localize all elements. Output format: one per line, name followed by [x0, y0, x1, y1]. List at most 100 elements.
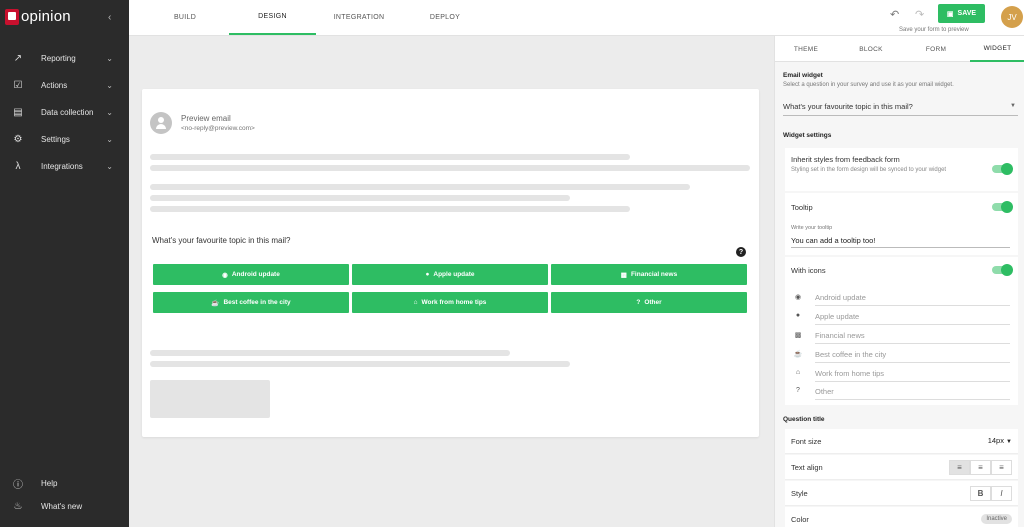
sidebar-item-reporting[interactable]: ↗ Reporting ⌄: [0, 48, 129, 68]
placeholder-line: [150, 361, 570, 367]
icon-option-label: Financial news: [815, 331, 1010, 344]
option-button-other[interactable]: ? Other: [551, 292, 747, 313]
text-align-label: Text align: [791, 463, 823, 472]
sidebar-item-data-collection[interactable]: ▤ Data collection ⌄: [0, 102, 129, 122]
save-disk-icon: ▣: [946, 10, 954, 18]
mopinion-logo[interactable]: opinion: [5, 8, 71, 25]
placeholder-button: [150, 380, 270, 418]
sidebar: opinion ‹ ↗ Reporting ⌄ ☑ Actions ⌄ ▤ Da…: [0, 0, 129, 527]
trending-up-icon: ↗: [13, 52, 23, 64]
placeholder-line: [150, 165, 750, 171]
email-widget-title: Email widget: [783, 72, 823, 79]
caret-down-icon: ▼: [1010, 103, 1016, 109]
icon-option-row[interactable]: ● Apple update: [791, 309, 1010, 325]
tooltip-help-icon[interactable]: ?: [736, 247, 746, 257]
bold-button[interactable]: B: [970, 486, 991, 501]
icon-option-label: Other: [815, 387, 1010, 400]
sidebar-item-label: Reporting: [41, 53, 76, 63]
icon-option-label: Apple update: [815, 312, 1010, 325]
sidebar-item-settings[interactable]: ⚙ Settings ⌄: [0, 129, 129, 149]
question-icon: ?: [796, 387, 800, 394]
placeholder-line: [150, 184, 690, 190]
icon-option-row[interactable]: ? Other: [791, 384, 1010, 400]
align-left-icon[interactable]: ≡: [949, 460, 970, 475]
chevron-down-icon: ⌄: [106, 53, 113, 63]
color-row: Color Inactive: [785, 507, 1018, 527]
tab-design[interactable]: DESIGN: [229, 0, 316, 35]
logo-mark-icon: [5, 8, 19, 25]
option-button-coffee[interactable]: ☕ Best coffee in the city: [153, 292, 349, 313]
coffee-icon: ☕: [793, 351, 803, 358]
question-select[interactable]: What's your favourite topic in this mail…: [783, 97, 1018, 116]
clipboard-icon: ▤: [13, 106, 23, 118]
sidebar-item-whats-new[interactable]: ♨ What's new: [0, 496, 129, 516]
save-hint: Save your form to preview: [899, 27, 969, 33]
option-button-android[interactable]: ◉ Android update: [153, 264, 349, 285]
undo-icon[interactable]: ↶: [890, 8, 899, 21]
bar-chart-icon: ▩: [794, 332, 802, 339]
align-center-icon[interactable]: ≡: [970, 460, 991, 475]
sidebar-item-help[interactable]: ⓘ Help: [0, 473, 129, 493]
user-avatar[interactable]: JV: [1001, 6, 1023, 28]
collapse-sidebar-icon[interactable]: ‹: [108, 12, 111, 23]
icon-option-label: Work from home tips: [815, 369, 1010, 382]
inherit-styles-desc: Styling set in the form design will be s…: [791, 167, 947, 173]
option-button-financial[interactable]: ▩ Financial news: [551, 264, 747, 285]
sidebar-item-actions[interactable]: ☑ Actions ⌄: [0, 75, 129, 95]
with-icons-toggle[interactable]: [992, 264, 1013, 276]
apple-icon: ●: [425, 271, 430, 278]
tab-widget[interactable]: WIDGET: [970, 36, 1024, 62]
logo-text: opinion: [21, 8, 71, 25]
panel-tabs: THEME BLOCK FORM WIDGET: [775, 36, 1024, 62]
sidebar-item-label: Help: [41, 478, 58, 488]
tab-deploy[interactable]: DEPLOY: [414, 0, 476, 35]
color-status-badge[interactable]: Inactive: [981, 514, 1012, 524]
redo-icon[interactable]: ↷: [915, 8, 924, 21]
save-label: SAVE: [957, 10, 977, 17]
option-button-apple[interactable]: ● Apple update: [352, 264, 548, 285]
placeholder-line: [150, 206, 630, 212]
sidebar-item-label: Integrations: [41, 161, 83, 171]
save-button[interactable]: ▣ SAVE: [938, 4, 985, 23]
option-label: Other: [644, 299, 662, 306]
icon-option-row[interactable]: ⌂ Work from home tips: [791, 366, 1010, 382]
tooltip-label: Tooltip: [791, 203, 813, 212]
caret-down-icon: ▼: [1006, 439, 1012, 445]
font-size-select[interactable]: 14px ▼: [988, 436, 1012, 445]
option-label: Apple update: [433, 271, 475, 278]
tab-form[interactable]: FORM: [905, 36, 967, 62]
tooltip-input[interactable]: You can add a tooltip too!: [791, 236, 1010, 248]
icon-option-row[interactable]: ◉ Android update: [791, 290, 1010, 306]
sender-email: <no-reply@preview.com>: [181, 125, 255, 132]
bar-chart-icon: ▩: [620, 271, 627, 279]
email-preview-card: Preview email <no-reply@preview.com> Wha…: [142, 89, 759, 437]
tab-build[interactable]: BUILD: [154, 0, 216, 35]
email-widget-desc: Select a question in your survey and use…: [783, 82, 954, 88]
apple-icon: ●: [795, 312, 801, 319]
tab-block[interactable]: BLOCK: [840, 36, 902, 62]
sidebar-item-label: Settings: [41, 134, 70, 144]
italic-button[interactable]: I: [991, 486, 1012, 501]
style-group: B I: [970, 486, 1012, 501]
sidebar-item-integrations[interactable]: λ Integrations ⌄: [0, 156, 129, 176]
text-align-group: ≡ ≡ ≡: [949, 460, 1012, 475]
icon-option-row[interactable]: ▩ Financial news: [791, 328, 1010, 344]
option-label: Work from home tips: [421, 299, 487, 306]
tooltip-toggle[interactable]: [992, 201, 1013, 213]
chevron-down-icon: ⌄: [106, 134, 113, 144]
placeholder-line: [150, 350, 510, 356]
flame-icon: ♨: [13, 500, 23, 512]
settings-panel: THEME BLOCK FORM WIDGET Email widget Sel…: [774, 36, 1024, 527]
sender-avatar-icon: [150, 112, 172, 134]
gear-icon: ⚙: [13, 133, 23, 145]
align-right-icon[interactable]: ≡: [991, 460, 1012, 475]
inherit-styles-toggle[interactable]: [992, 163, 1013, 175]
with-icons-label: With icons: [791, 266, 826, 275]
tab-integration[interactable]: INTEGRATION: [324, 0, 394, 35]
option-button-home[interactable]: ⌂ Work from home tips: [352, 292, 548, 313]
question-select-value: What's your favourite topic in this mail…: [783, 101, 913, 111]
icon-option-row[interactable]: ☕ Best coffee in the city: [791, 347, 1010, 363]
help-circle-icon: ⓘ: [13, 479, 23, 491]
color-label: Color: [791, 515, 809, 524]
tab-theme[interactable]: THEME: [775, 36, 837, 62]
